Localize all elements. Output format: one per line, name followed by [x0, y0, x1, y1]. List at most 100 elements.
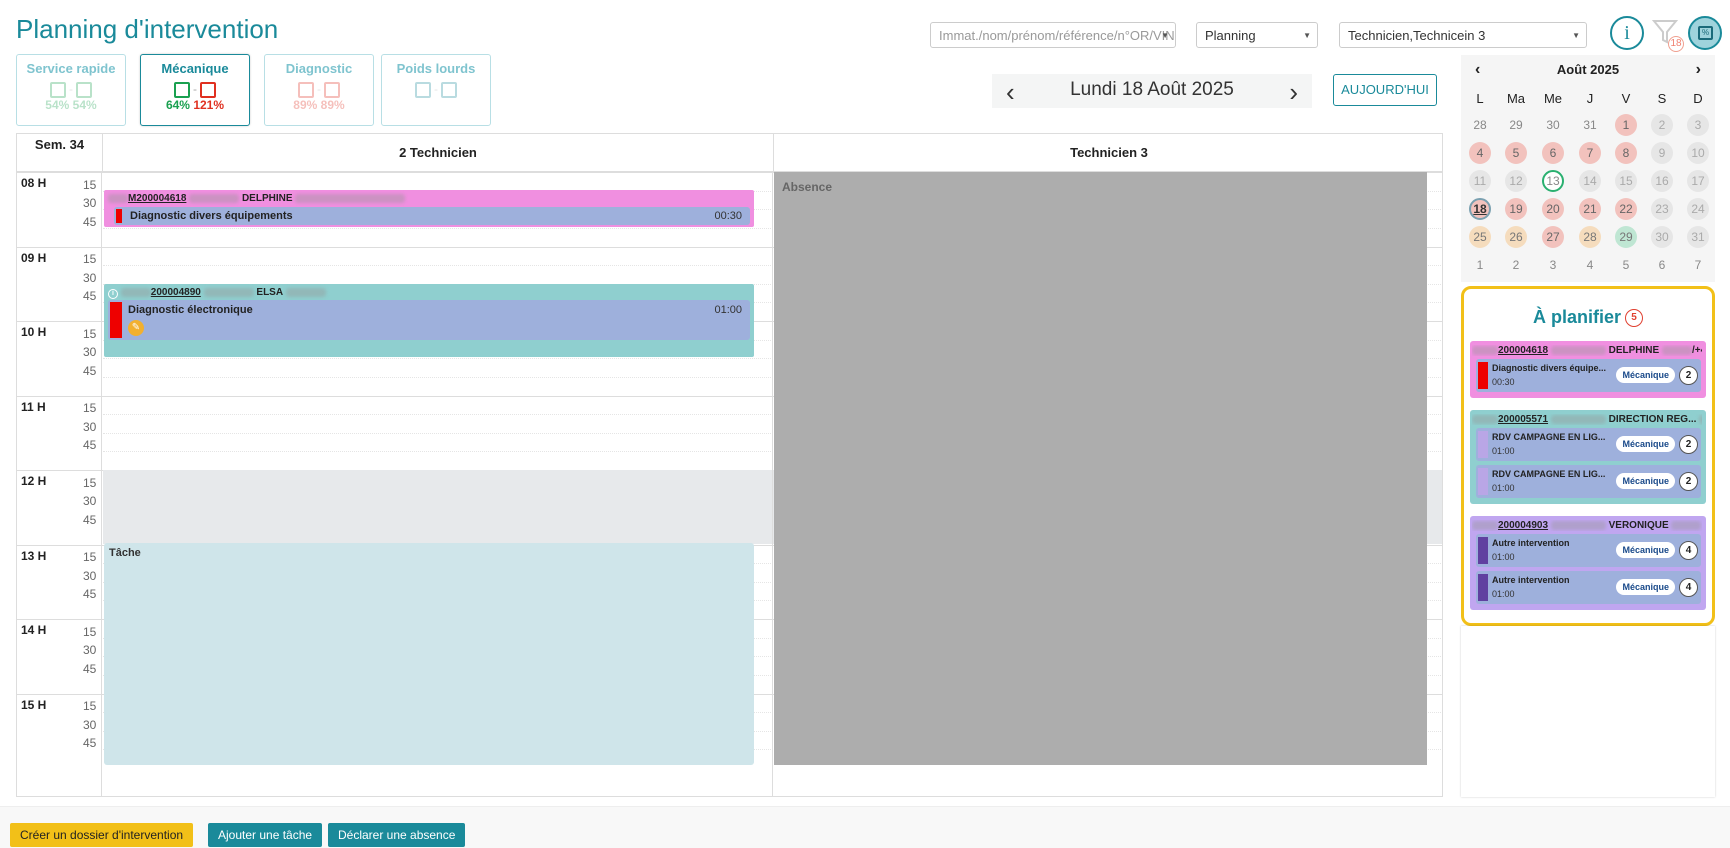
day-cell[interactable]: 10 [1687, 142, 1709, 164]
calendar-toggle-button[interactable]: % [1688, 16, 1722, 50]
next-day-icon[interactable]: › [1289, 77, 1298, 108]
day-cell[interactable]: 17 [1687, 170, 1709, 192]
day-cell[interactable]: 5 [1615, 254, 1637, 276]
event-task[interactable]: Diagnostic divers équipements 00:30 [114, 207, 750, 225]
task-label: Tâche [109, 547, 141, 559]
category-label: Mécanique [161, 61, 229, 76]
day-cell[interactable]: 29 [1505, 114, 1527, 136]
day-cell[interactable]: 23 [1651, 198, 1673, 220]
day-cell[interactable]: 15 [1615, 170, 1637, 192]
hour-label: 14 H [21, 623, 47, 637]
day-cell[interactable]: 31 [1579, 114, 1601, 136]
day-cell[interactable]: 5 [1505, 142, 1527, 164]
day-cell[interactable]: 2 [1651, 114, 1673, 136]
event-ref: M200004618 [128, 193, 187, 204]
day-cell[interactable]: 30 [1542, 114, 1564, 136]
day-cell[interactable]: 12 [1505, 170, 1527, 192]
day-cell[interactable]: 22 [1615, 198, 1637, 220]
create-intervention-button[interactable]: Créer un dossier d'intervention [10, 823, 194, 847]
category-poids-lourds[interactable]: Poids lourds - [381, 54, 491, 126]
absence-label: Absence [782, 180, 833, 194]
day-cell[interactable]: 7 [1579, 142, 1601, 164]
next-month-icon[interactable]: › [1696, 61, 1701, 79]
hourglass-icon [76, 82, 92, 98]
to-plan-group[interactable]: 200004903 VERONIQUE Autre intervention 01… [1470, 516, 1706, 610]
priority-bar [110, 302, 122, 338]
day-cell[interactable]: 7 [1687, 254, 1709, 276]
to-plan-count: 5 [1625, 309, 1643, 328]
day-cell[interactable]: 26 [1505, 226, 1527, 248]
day-cell[interactable]: 16 [1651, 170, 1673, 192]
day-cell[interactable]: 21 [1579, 198, 1601, 220]
search-placeholder: Immat./nom/prénom/référence/n°OR/VIN [939, 28, 1175, 43]
absence-block[interactable]: Absence [774, 172, 1427, 765]
minute-label: 15 [83, 550, 97, 565]
to-plan-name: DELPHINE [1608, 345, 1660, 356]
to-plan-ref: 200004903 [1498, 520, 1549, 531]
day-cell[interactable]: 19 [1505, 198, 1527, 220]
day-cell[interactable]: 8 [1615, 142, 1637, 164]
day-cell[interactable]: 14 [1579, 170, 1601, 192]
add-task-button[interactable]: Ajouter une tâche [208, 823, 323, 847]
day-cell[interactable]: 24 [1687, 198, 1709, 220]
day-cell[interactable]: 30 [1651, 226, 1673, 248]
to-plan-item[interactable]: Autre intervention 01:00 Mécanique 4 [1476, 571, 1701, 604]
technician-select[interactable]: Technicien,Technicein 3 ▼ [1339, 22, 1587, 48]
event-task[interactable]: Diagnostic électronique 01:00 ✎ [108, 300, 750, 340]
to-plan-group[interactable]: 200004618 DELPHINE /+4 Diagnostic divers … [1470, 341, 1706, 398]
priority-bar [1478, 537, 1488, 564]
clock-icon [50, 82, 66, 98]
filter-button[interactable]: 18 [1650, 16, 1684, 52]
category-service-rapide[interactable]: Service rapide - 54% 54% [16, 54, 126, 126]
day-cell[interactable]: 1 [1615, 114, 1637, 136]
to-plan-group[interactable]: 200005571 DIRECTION REG... RDV CAMPAGNE … [1470, 410, 1706, 504]
day-cell[interactable]: 11 [1469, 170, 1491, 192]
day-cell[interactable]: 28 [1469, 114, 1491, 136]
category-label: Poids lourds [396, 61, 476, 76]
day-cell[interactable]: 18 [1469, 198, 1491, 220]
day-cell[interactable]: 6 [1542, 142, 1564, 164]
view-select[interactable]: Planning ▼ [1196, 22, 1318, 48]
day-cell[interactable]: 9 [1651, 142, 1673, 164]
info-button[interactable]: i [1610, 16, 1644, 50]
category-mecanique[interactable]: Mécanique - 64% 121% [140, 54, 250, 126]
day-cell[interactable]: 25 [1469, 226, 1491, 248]
category-percents: 89% 89% [293, 98, 345, 112]
day-cell[interactable]: 28 [1579, 226, 1601, 248]
day-cell[interactable]: 13 [1542, 170, 1564, 192]
day-cell[interactable]: 31 [1687, 226, 1709, 248]
category-icons: - [141, 82, 249, 98]
to-plan-item[interactable]: RDV CAMPAGNE EN LIG... 01:00 Mécanique 2 [1476, 465, 1701, 498]
date-navigator: ‹ Lundi 18 Août 2025 › [992, 74, 1312, 108]
to-plan-item[interactable]: Diagnostic divers équipe... 00:30 Mécaniqu… [1476, 359, 1701, 392]
today-button[interactable]: AUJOURD'HUI [1333, 74, 1437, 106]
to-plan-group-header: 200004903 VERONIQUE [1472, 520, 1702, 531]
event-card[interactable]: M200004618 DELPHINE Diagnostic divers éq… [104, 190, 754, 227]
day-cell[interactable]: 20 [1542, 198, 1564, 220]
priority-bar [1478, 362, 1488, 389]
day-cell[interactable]: 6 [1651, 254, 1673, 276]
day-cell[interactable]: 4 [1469, 142, 1491, 164]
priority-bar [1478, 431, 1488, 458]
day-cell[interactable]: 3 [1687, 114, 1709, 136]
info-icon: i [1624, 22, 1630, 44]
side-panel-bottom [1461, 626, 1715, 797]
day-cell[interactable]: 4 [1579, 254, 1601, 276]
category-diagnostic[interactable]: Diagnostic - 89% 89% [264, 54, 374, 126]
day-cell[interactable]: 27 [1542, 226, 1564, 248]
weekday-label: J [1586, 91, 1594, 106]
to-plan-task: RDV CAMPAGNE EN LIG... [1492, 432, 1606, 442]
day-cell[interactable]: 29 [1615, 226, 1637, 248]
chevron-down-icon: ▼ [1572, 31, 1580, 40]
task-block[interactable]: Tâche [104, 543, 754, 765]
day-cell[interactable]: 1 [1469, 254, 1491, 276]
event-card[interactable]: i 200004890 ELSA Diagnostic électronique… [104, 284, 754, 357]
day-cell[interactable]: 2 [1505, 254, 1527, 276]
to-plan-time: 01:00 [1492, 446, 1515, 456]
search-select[interactable]: Immat./nom/prénom/référence/n°OR/VIN ▼ [930, 22, 1176, 48]
to-plan-item[interactable]: Autre intervention 01:00 Mécanique 4 [1476, 534, 1701, 567]
priority-bar [1478, 468, 1488, 495]
to-plan-item[interactable]: RDV CAMPAGNE EN LIG... 01:00 Mécanique 2 [1476, 428, 1701, 461]
declare-absence-button[interactable]: Déclarer une absence [328, 823, 466, 847]
day-cell[interactable]: 3 [1542, 254, 1564, 276]
